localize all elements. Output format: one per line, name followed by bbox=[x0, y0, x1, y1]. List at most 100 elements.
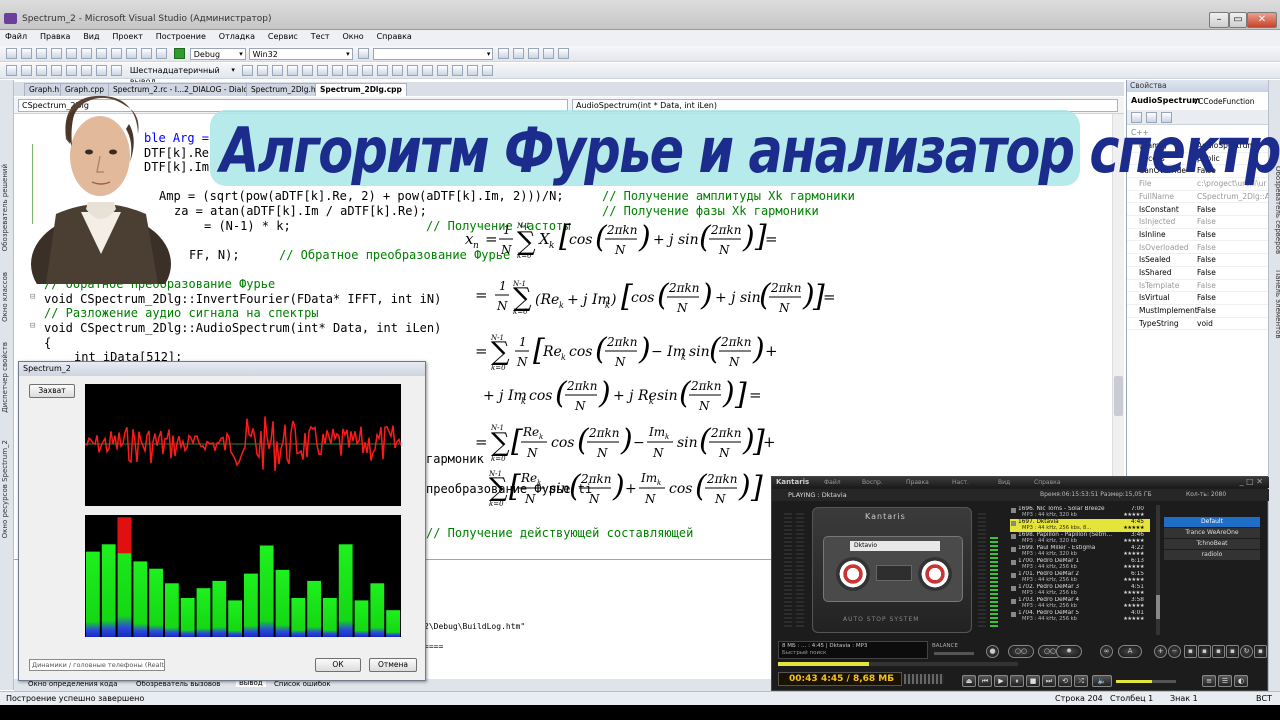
find-icon[interactable] bbox=[357, 48, 369, 59]
tab-error-list[interactable]: Список ошибок bbox=[274, 680, 331, 688]
volume-slider[interactable] bbox=[1116, 680, 1176, 683]
list-icon-3[interactable]: ▪ bbox=[1212, 645, 1225, 658]
rating-stars-icon[interactable]: ★★★★★ bbox=[1123, 564, 1144, 570]
prev-bookmark-icon[interactable] bbox=[391, 65, 403, 76]
player-menu-edit[interactable]: Правка bbox=[906, 479, 929, 486]
list-icon-1[interactable]: ▪ bbox=[1184, 645, 1197, 658]
pause-icon[interactable]: ⏸ bbox=[1010, 675, 1024, 687]
new-project-icon[interactable] bbox=[6, 48, 17, 59]
outdent-icon[interactable] bbox=[331, 65, 343, 76]
link-icon[interactable]: ∞ bbox=[1100, 645, 1113, 658]
property-value[interactable]: False bbox=[1197, 255, 1216, 264]
show-next-statement-icon[interactable] bbox=[66, 65, 77, 76]
menu-view[interactable]: Вид bbox=[78, 30, 104, 43]
close-button[interactable]: ✕ bbox=[1247, 12, 1277, 28]
step-into-icon[interactable] bbox=[81, 65, 92, 76]
tab-solution-explorer[interactable]: Обозреватель решений bbox=[1, 164, 13, 251]
tab-call-browser[interactable]: Обозреватель вызовов bbox=[136, 680, 220, 688]
player-menu-help[interactable]: Справка bbox=[1034, 479, 1060, 486]
copy-icon[interactable] bbox=[96, 48, 107, 59]
property-row[interactable]: IsSealed False bbox=[1127, 254, 1269, 267]
align-center-icon[interactable] bbox=[286, 65, 298, 76]
player-menu-file[interactable]: Файл bbox=[824, 479, 841, 486]
undo-icon[interactable] bbox=[126, 48, 137, 59]
menu-project[interactable]: Проект bbox=[107, 30, 147, 43]
minimize-button[interactable]: – bbox=[1209, 12, 1229, 28]
property-row[interactable]: TypeString void bbox=[1127, 318, 1269, 331]
find-combo[interactable] bbox=[373, 48, 494, 60]
settings-gear-icon[interactable]: ✹ bbox=[1056, 645, 1082, 658]
add-icon[interactable]: + bbox=[1154, 645, 1167, 658]
list-icon-5[interactable]: ▪ bbox=[1254, 645, 1267, 658]
playlist-item[interactable]: 1701. Pedro DeMar 2 6:15 MP3 : 44 kHz, 256… bbox=[1010, 571, 1150, 584]
list-icon-4[interactable]: ▪ bbox=[1226, 645, 1239, 658]
class-view-icon[interactable] bbox=[543, 48, 555, 59]
property-value[interactable]: CSpectrum_2Dlg::A bbox=[1197, 192, 1270, 201]
menu-file[interactable]: Файл bbox=[0, 30, 32, 43]
config-select[interactable]: Debug bbox=[189, 48, 246, 60]
playlist-item[interactable]: 1702. Pedro DeMar 3 4:51 MP3 : 44 kHz, 256… bbox=[1010, 584, 1150, 597]
scrollbar-thumb[interactable] bbox=[1114, 376, 1123, 416]
property-value[interactable]: void bbox=[1197, 319, 1213, 328]
step-out-icon[interactable] bbox=[111, 65, 122, 76]
prev-track-icon[interactable]: ⏮ bbox=[978, 675, 992, 687]
player-menu-settings[interactable]: Наст. bbox=[952, 479, 969, 486]
capture-button[interactable]: Захват bbox=[29, 384, 75, 398]
step-over-icon[interactable] bbox=[96, 65, 107, 76]
property-value[interactable]: False bbox=[1197, 293, 1216, 302]
playlist-item[interactable]: 1699. Paul Miller - Estigma 4:22 MP3 : 44 … bbox=[1010, 545, 1150, 558]
eject-icon[interactable]: ⏏ bbox=[962, 675, 976, 687]
next-track-icon[interactable]: ⏭ bbox=[1042, 675, 1056, 687]
playlist-scrollbar[interactable] bbox=[1156, 505, 1160, 635]
property-row[interactable]: FullName CSpectrum_2Dlg::A bbox=[1127, 191, 1270, 204]
uncomment-icon[interactable] bbox=[361, 65, 373, 76]
property-value[interactable]: False bbox=[1197, 217, 1216, 226]
continue-icon[interactable] bbox=[6, 65, 17, 76]
solution-explorer-icon[interactable] bbox=[498, 48, 510, 59]
menu-build[interactable]: Построение bbox=[151, 30, 211, 43]
ok-button[interactable]: ОК bbox=[315, 658, 361, 672]
menu-edit[interactable]: Правка bbox=[35, 30, 75, 43]
rating-stars-icon[interactable]: ★★★★★ bbox=[1123, 603, 1144, 609]
property-row[interactable]: MustImplement False bbox=[1127, 305, 1269, 318]
clear-bookmark-icon[interactable] bbox=[421, 65, 433, 76]
stop-icon[interactable] bbox=[36, 65, 47, 76]
save-all-icon[interactable] bbox=[66, 48, 77, 59]
align-icon[interactable] bbox=[271, 65, 283, 76]
platform-select[interactable]: Win32 bbox=[248, 48, 353, 60]
breakpoints-icon[interactable] bbox=[241, 65, 253, 76]
preset-default[interactable]: Default bbox=[1164, 517, 1260, 527]
comment-icon[interactable] bbox=[346, 65, 358, 76]
open-file-icon[interactable] bbox=[36, 48, 47, 59]
property-row[interactable]: IsVirtual False bbox=[1127, 292, 1269, 305]
property-value[interactable]: False bbox=[1197, 205, 1216, 214]
playlist-item[interactable]: 1697. Dktavia 4:45 MP3 : 44 kHz, 256 kbs, … bbox=[1010, 519, 1150, 532]
tab-code-definition[interactable]: Окно определения кода bbox=[28, 680, 118, 688]
text-size-icon[interactable]: A bbox=[1118, 645, 1142, 658]
format-icon[interactable] bbox=[256, 65, 268, 76]
loop-icon[interactable]: ○○ bbox=[1008, 645, 1034, 658]
menu-debug[interactable]: Отладка bbox=[214, 30, 260, 43]
balance-slider[interactable] bbox=[934, 652, 974, 655]
rating-stars-icon[interactable]: ★★★★★ bbox=[1123, 577, 1144, 583]
collapse-icon[interactable]: ⊟ bbox=[30, 321, 35, 331]
bookmark-icon[interactable] bbox=[376, 65, 388, 76]
property-row[interactable]: IsTemplate False bbox=[1127, 280, 1269, 293]
tab-spectrum-dlg-cpp[interactable]: Spectrum_2Dlg.cpp bbox=[315, 83, 407, 96]
tab-toolbox[interactable]: Панель элементов bbox=[1270, 270, 1280, 339]
menu-window[interactable]: Окно bbox=[337, 30, 368, 43]
toolbox-icon[interactable] bbox=[528, 48, 540, 59]
rating-stars-icon[interactable]: ★★★★★ bbox=[1123, 525, 1144, 531]
hex-display-toggle[interactable]: Шестнадцатеричный вывод bbox=[127, 65, 237, 86]
dialog-size-icon[interactable] bbox=[466, 65, 478, 76]
property-value[interactable]: False bbox=[1197, 306, 1216, 315]
tab-property-manager[interactable]: Диспетчер свойств bbox=[1, 342, 13, 413]
dialog-grid-icon[interactable] bbox=[451, 65, 463, 76]
player-menu-play[interactable]: Воспр. bbox=[862, 479, 883, 486]
start-page-icon[interactable] bbox=[558, 48, 570, 59]
refresh-icon[interactable]: ↻ bbox=[1240, 645, 1253, 658]
property-value[interactable]: False bbox=[1197, 230, 1216, 239]
cut-icon[interactable] bbox=[81, 48, 92, 59]
eq-icon[interactable]: ≡ bbox=[1202, 675, 1216, 687]
remove-icon[interactable]: − bbox=[1168, 645, 1181, 658]
